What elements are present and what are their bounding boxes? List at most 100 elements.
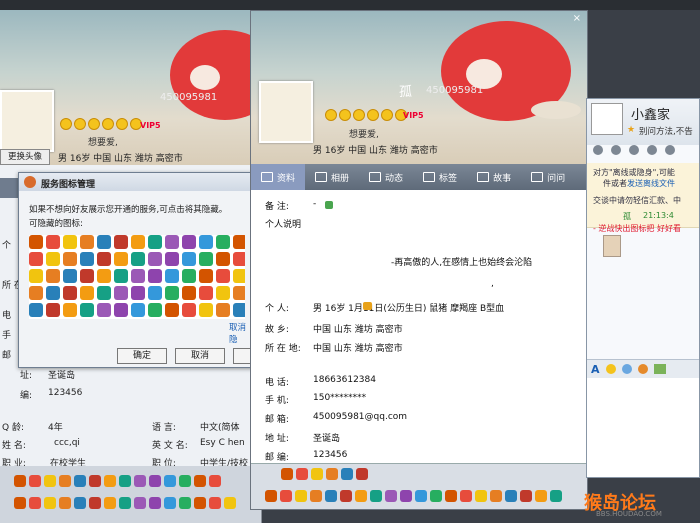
service-icon[interactable] bbox=[59, 497, 71, 509]
service-icon[interactable] bbox=[179, 497, 191, 509]
service-icon[interactable] bbox=[356, 468, 368, 480]
service-icon[interactable] bbox=[80, 286, 94, 300]
service-icon[interactable] bbox=[114, 235, 128, 249]
ok-button[interactable]: 确定 bbox=[117, 348, 167, 364]
font-button[interactable]: A bbox=[591, 363, 600, 376]
emoji-icon[interactable] bbox=[605, 364, 616, 374]
service-icon[interactable] bbox=[14, 475, 26, 487]
screen-icon[interactable] bbox=[647, 145, 657, 155]
service-icon[interactable] bbox=[46, 303, 60, 317]
service-icon[interactable] bbox=[165, 252, 179, 266]
shake-icon[interactable] bbox=[637, 364, 648, 374]
service-icon[interactable] bbox=[194, 497, 206, 509]
service-icon[interactable] bbox=[520, 490, 532, 502]
service-icon[interactable] bbox=[179, 475, 191, 487]
service-icon[interactable] bbox=[149, 475, 161, 487]
service-icon[interactable] bbox=[114, 269, 128, 283]
service-icon[interactable] bbox=[325, 490, 337, 502]
video-icon[interactable] bbox=[593, 145, 603, 155]
service-icon[interactable] bbox=[29, 252, 43, 266]
service-icon[interactable] bbox=[131, 252, 145, 266]
service-icon[interactable] bbox=[340, 490, 352, 502]
tab-feed[interactable]: 动态 bbox=[359, 164, 413, 190]
service-icon[interactable] bbox=[233, 269, 245, 283]
note-value[interactable]: - bbox=[313, 199, 316, 209]
contact-avatar[interactable] bbox=[591, 103, 623, 135]
service-icon[interactable] bbox=[89, 497, 101, 509]
service-icon[interactable] bbox=[63, 235, 77, 249]
service-icon[interactable] bbox=[341, 468, 353, 480]
service-icon[interactable] bbox=[165, 286, 179, 300]
hideable-icon-grid[interactable] bbox=[29, 235, 245, 319]
service-icon[interactable] bbox=[233, 252, 245, 266]
service-icon[interactable] bbox=[14, 497, 26, 509]
service-icon[interactable] bbox=[148, 235, 162, 249]
service-icon[interactable] bbox=[310, 490, 322, 502]
service-icon[interactable] bbox=[224, 497, 236, 509]
service-icon[interactable] bbox=[385, 490, 397, 502]
service-icon[interactable] bbox=[131, 286, 145, 300]
more-icon[interactable] bbox=[665, 145, 675, 155]
service-icon[interactable] bbox=[165, 235, 179, 249]
service-icon[interactable] bbox=[199, 269, 213, 283]
service-icon[interactable] bbox=[326, 468, 338, 480]
service-icon[interactable] bbox=[97, 252, 111, 266]
service-icon[interactable] bbox=[80, 252, 94, 266]
service-icon[interactable] bbox=[280, 490, 292, 502]
service-icon[interactable] bbox=[46, 235, 60, 249]
service-icon[interactable] bbox=[114, 303, 128, 317]
service-icon[interactable] bbox=[370, 490, 382, 502]
service-icon[interactable] bbox=[182, 252, 196, 266]
service-icon[interactable] bbox=[131, 303, 145, 317]
edit-icon[interactable] bbox=[325, 201, 333, 209]
service-icon[interactable] bbox=[296, 468, 308, 480]
service-icon[interactable] bbox=[216, 286, 230, 300]
service-icon[interactable] bbox=[134, 497, 146, 509]
service-icon[interactable] bbox=[148, 286, 162, 300]
service-icon[interactable] bbox=[114, 286, 128, 300]
service-icon[interactable] bbox=[209, 475, 221, 487]
service-icon[interactable] bbox=[63, 252, 77, 266]
service-icon[interactable] bbox=[29, 497, 41, 509]
sticker-image[interactable] bbox=[603, 235, 621, 257]
service-icon[interactable] bbox=[119, 475, 131, 487]
tab-ask[interactable]: 问问 bbox=[521, 164, 575, 190]
service-icon[interactable] bbox=[311, 468, 323, 480]
service-icon[interactable] bbox=[29, 286, 43, 300]
service-icon[interactable] bbox=[216, 235, 230, 249]
service-icon[interactable] bbox=[182, 286, 196, 300]
service-icon[interactable] bbox=[165, 269, 179, 283]
send-offline-file-link[interactable]: 发送离线文件 bbox=[627, 179, 675, 188]
service-icon[interactable] bbox=[194, 475, 206, 487]
service-icon[interactable] bbox=[44, 497, 56, 509]
service-icon[interactable] bbox=[149, 497, 161, 509]
service-icon[interactable] bbox=[233, 303, 245, 317]
service-icon[interactable] bbox=[216, 303, 230, 317]
tab-profile[interactable]: 资料 bbox=[251, 164, 306, 190]
service-icon[interactable] bbox=[29, 269, 43, 283]
service-icon[interactable] bbox=[131, 269, 145, 283]
chat-input[interactable] bbox=[587, 378, 699, 477]
service-icon[interactable] bbox=[535, 490, 547, 502]
service-icon[interactable] bbox=[295, 490, 307, 502]
service-icon[interactable] bbox=[80, 269, 94, 283]
service-icon[interactable] bbox=[475, 490, 487, 502]
service-icon[interactable] bbox=[281, 468, 293, 480]
service-icon[interactable] bbox=[216, 252, 230, 266]
service-icon[interactable] bbox=[415, 490, 427, 502]
service-icon[interactable] bbox=[182, 303, 196, 317]
service-icon[interactable] bbox=[164, 475, 176, 487]
service-icon[interactable] bbox=[63, 303, 77, 317]
service-icon[interactable] bbox=[216, 269, 230, 283]
service-icon[interactable] bbox=[182, 235, 196, 249]
service-icon[interactable] bbox=[59, 475, 71, 487]
service-icon[interactable] bbox=[430, 490, 442, 502]
service-icon[interactable] bbox=[148, 269, 162, 283]
service-icon[interactable] bbox=[29, 303, 43, 317]
magic-emoji-icon[interactable] bbox=[621, 364, 632, 374]
service-icon[interactable] bbox=[74, 475, 86, 487]
service-icon[interactable] bbox=[490, 490, 502, 502]
service-icon[interactable] bbox=[165, 303, 179, 317]
cancel-button[interactable]: 取消 bbox=[175, 348, 225, 364]
service-icon[interactable] bbox=[80, 235, 94, 249]
